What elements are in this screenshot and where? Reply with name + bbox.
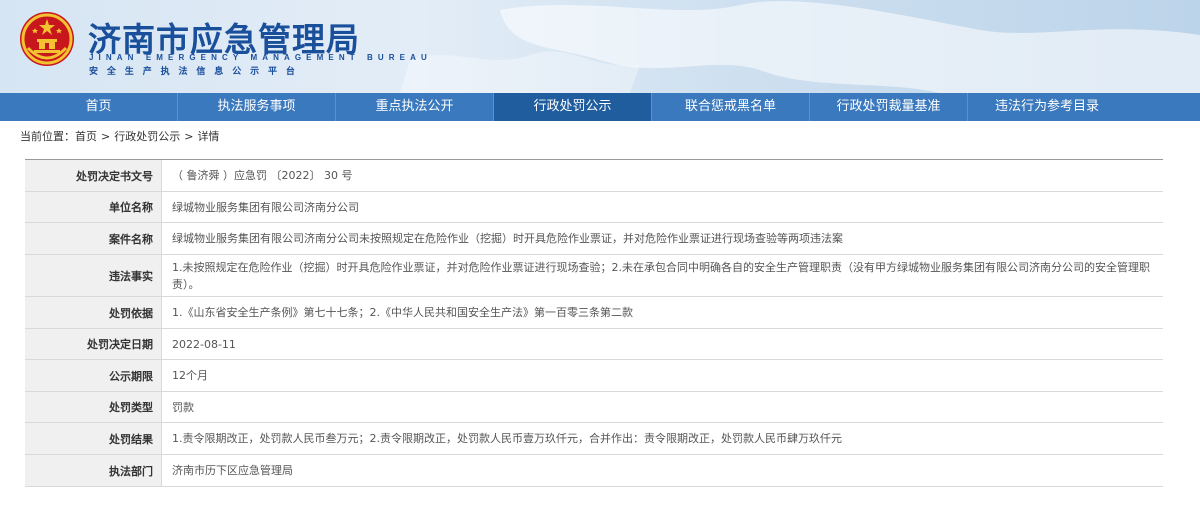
detail-row-decision-number: 处罚决定书文号 （ 鲁济舜 ）应急罚 〔2022〕 30 号 (25, 160, 1163, 192)
detail-label: 单位名称 (25, 192, 162, 222)
detail-row-disclosure-period: 公示期限 12个月 (25, 360, 1163, 392)
breadcrumb-current: 详情 (197, 130, 220, 143)
detail-value: 1.未按照规定在危险作业（挖掘）时开具危险作业票证，并对危险作业票证进行现场查验… (172, 260, 1150, 291)
detail-value: 2022-08-11 (172, 337, 236, 351)
map-background-graphic (400, 1, 1200, 93)
detail-label: 违法事实 (25, 255, 162, 296)
breadcrumb: 当前位置： 首页 > 行政处罚公示 > 详情 (20, 128, 220, 144)
detail-row-company-name: 单位名称 绿城物业服务集团有限公司济南分公司 (25, 192, 1163, 223)
main-nav: 首页 执法服务事项 重点执法公开 行政处罚公示 联合惩戒黑名单 行政处罚裁量基准… (0, 93, 1200, 121)
header-banner: 济南市应急管理局 JINAN EMERGENCY MANAGEMENT BURE… (0, 0, 1200, 93)
penalty-detail-table: 处罚决定书文号 （ 鲁济舜 ）应急罚 〔2022〕 30 号 单位名称 绿城物业… (25, 159, 1163, 487)
detail-label: 公示期限 (25, 360, 162, 391)
nav-item-penalty-benchmark[interactable]: 行政处罚裁量基准 (810, 93, 968, 121)
breadcrumb-penalty-disclosure-link[interactable]: 行政处罚公示 (114, 128, 180, 144)
nav-item-violation-catalog[interactable]: 违法行为参考目录 (968, 93, 1126, 121)
breadcrumb-separator: > (184, 129, 194, 143)
detail-row-enforcement-dept: 执法部门 济南市历下区应急管理局 (25, 455, 1163, 487)
site-title-english: JINAN EMERGENCY MANAGEMENT BUREAU (89, 53, 432, 62)
detail-label: 执法部门 (25, 455, 162, 486)
detail-value: （ 鲁济舜 ）应急罚 〔2022〕 30 号 (172, 169, 353, 182)
detail-label: 案件名称 (25, 223, 162, 254)
detail-row-penalty-type: 处罚类型 罚款 (25, 392, 1163, 423)
detail-row-decision-date: 处罚决定日期 2022-08-11 (25, 329, 1163, 360)
detail-label: 处罚结果 (25, 423, 162, 454)
nav-item-home[interactable]: 首页 (20, 93, 178, 121)
detail-row-case-name: 案件名称 绿城物业服务集团有限公司济南分公司未按照规定在危险作业（挖掘）时开具危… (25, 223, 1163, 255)
detail-value: 绿城物业服务集团有限公司济南分公司未按照规定在危险作业（挖掘）时开具危险作业票证… (172, 232, 843, 245)
detail-value: 济南市历下区应急管理局 (172, 464, 293, 477)
detail-label: 处罚类型 (25, 392, 162, 422)
detail-value: 罚款 (172, 400, 194, 414)
detail-row-penalty-basis: 处罚依据 1.《山东省安全生产条例》第七十七条；2.《中华人民共和国安全生产法》… (25, 297, 1163, 329)
nav-item-enforcement-services[interactable]: 执法服务事项 (178, 93, 336, 121)
site-subtitle: 安全生产执法信息公示平台 (89, 67, 304, 77)
nav-item-key-enforcement[interactable]: 重点执法公开 (336, 93, 494, 121)
detail-row-penalty-result: 处罚结果 1.责令限期改正，处罚款人民币叁万元；2.责令限期改正，处罚款人民币壹… (25, 423, 1163, 455)
nav-item-blacklist[interactable]: 联合惩戒黑名单 (652, 93, 810, 121)
breadcrumb-separator: > (101, 129, 111, 143)
breadcrumb-prefix: 当前位置： (20, 130, 75, 143)
detail-label: 处罚决定日期 (25, 329, 162, 359)
detail-value: 绿城物业服务集团有限公司济南分公司 (172, 200, 359, 214)
detail-value: 1.责令限期改正，处罚款人民币叁万元；2.责令限期改正，处罚款人民币壹万玖仟元，… (172, 432, 842, 445)
detail-label: 处罚依据 (25, 297, 162, 328)
detail-row-violation-facts: 违法事实 1.未按照规定在危险作业（挖掘）时开具危险作业票证，并对危险作业票证进… (25, 255, 1163, 297)
detail-value: 12个月 (172, 369, 208, 382)
national-emblem-icon (20, 12, 74, 66)
breadcrumb-home-link[interactable]: 首页 (75, 128, 97, 144)
detail-label: 处罚决定书文号 (25, 160, 162, 191)
detail-value: 1.《山东省安全生产条例》第七十七条；2.《中华人民共和国安全生产法》第一百零三… (172, 306, 633, 319)
nav-item-penalty-disclosure[interactable]: 行政处罚公示 (494, 93, 652, 121)
